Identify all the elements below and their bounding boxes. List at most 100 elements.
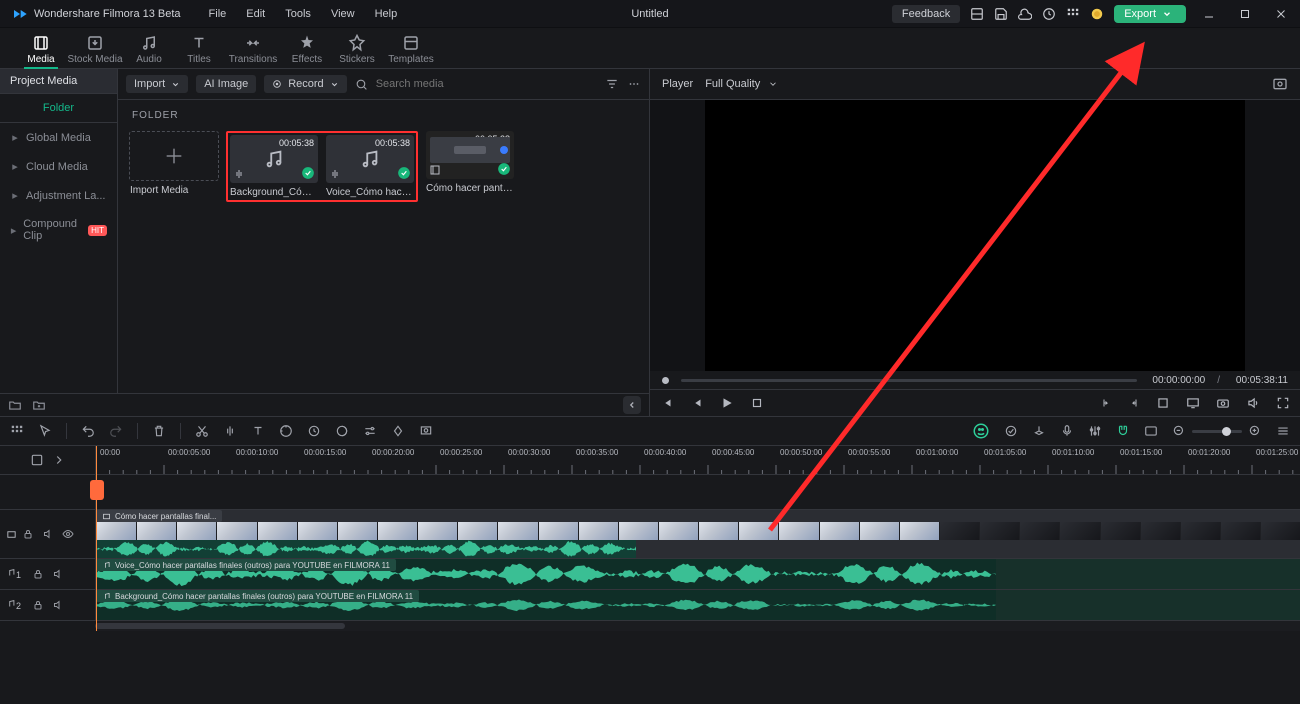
tab-effects[interactable]: Effects [282,30,332,68]
visibility-icon[interactable] [62,528,74,540]
prev-frame-button[interactable] [660,396,674,410]
feedback-button[interactable]: Feedback [892,5,960,23]
menu-edit[interactable]: Edit [236,4,275,24]
scroll-thumb[interactable] [95,623,345,629]
maximize-button[interactable] [1232,5,1258,23]
auto-ripple-icon[interactable] [52,453,66,467]
import-button[interactable]: Import [126,75,188,93]
menu-tools[interactable]: Tools [275,4,321,24]
zoom-out-icon[interactable] [1172,424,1186,438]
import-media-card[interactable]: Import Media [130,131,218,196]
tab-audio[interactable]: Audio [124,30,174,68]
magnet-icon[interactable] [1116,424,1130,438]
speed-icon[interactable] [307,424,321,438]
color-icon[interactable] [335,424,349,438]
marker-icon[interactable] [1032,424,1046,438]
sidebar-item-compound-clip[interactable]: ▸Compound ClipHIT [0,210,117,250]
redo-icon[interactable] [109,424,123,438]
timeline-settings-icon[interactable] [30,453,44,467]
more-icon[interactable] [627,77,641,91]
mark-out-button[interactable] [1128,397,1140,409]
delete-icon[interactable] [152,424,166,438]
video-clip[interactable]: Cómo hacer pantallas final... [96,510,1300,558]
close-button[interactable] [1268,5,1294,23]
preview-viewer[interactable] [705,100,1245,371]
collapse-sidebar-button[interactable] [623,396,641,414]
stop-button[interactable] [750,396,764,410]
voiceover-icon[interactable] [1060,424,1074,438]
tab-stock-media[interactable]: Stock Media [66,30,124,68]
new-bin-icon[interactable] [32,398,46,412]
undo-icon[interactable] [81,424,95,438]
audio-clip-1[interactable]: Voice_Cómo hacer pantallas finales (outr… [96,559,1300,589]
apps-icon[interactable] [1066,7,1080,21]
tab-media[interactable]: Media [16,30,66,68]
play-button[interactable] [720,396,734,410]
tracks-icon[interactable] [10,424,24,438]
snapshot-icon[interactable] [1272,76,1288,92]
search-input[interactable] [374,77,518,91]
ai-image-button[interactable]: AI Image [196,75,256,93]
cut-icon[interactable] [195,424,209,438]
audio2-lane[interactable]: Background_Cómo hacer pantallas finales … [96,590,1300,620]
speed-ramp-icon[interactable] [279,424,293,438]
audio1-lane[interactable]: Voice_Cómo hacer pantallas finales (outr… [96,559,1300,589]
sidebar-item-adjustment-layer[interactable]: ▸Adjustment La... [0,181,117,210]
scrub-knob[interactable] [662,377,669,384]
mute-icon[interactable] [42,528,54,540]
video-lane[interactable]: Cómo hacer pantallas final... [96,510,1300,558]
fullscreen-icon[interactable] [1276,396,1290,410]
lock-icon[interactable] [22,528,34,540]
sidebar-item-cloud-media[interactable]: ▸Cloud Media [0,152,117,181]
player-scrubber[interactable]: 00:00:00:00 / 00:05:38:11 [650,371,1300,389]
camera-icon[interactable] [1216,396,1230,410]
audio-detach-icon[interactable] [223,424,237,438]
media-item-background-audio[interactable]: 00:05:38 Background_Cómo ha... [230,135,318,198]
coin-icon[interactable] [1090,7,1104,21]
timeline-scrollbar[interactable] [0,621,1300,631]
cursor-icon[interactable] [38,424,52,438]
tab-titles[interactable]: Titles [174,30,224,68]
link-icon[interactable] [1144,424,1158,438]
lock-icon[interactable] [32,599,44,611]
media-item-video[interactable]: 00:05:38 Cómo hacer pantallas ... [426,131,514,194]
menu-file[interactable]: File [199,4,237,24]
search-field[interactable] [355,77,597,91]
sidebar-folder[interactable]: Folder [0,94,117,123]
menu-view[interactable]: View [321,4,365,24]
audio-clip-2[interactable]: Background_Cómo hacer pantallas finales … [96,590,1300,620]
keyframe-icon[interactable] [391,424,405,438]
lock-icon[interactable] [32,568,44,580]
tab-stickers[interactable]: Stickers [332,30,382,68]
quality-dropdown[interactable]: Full Quality [705,78,778,90]
sidebar-item-global-media[interactable]: ▸Global Media [0,123,117,152]
crop-icon[interactable] [1156,396,1170,410]
tab-templates[interactable]: Templates [382,30,440,68]
display-icon[interactable] [1186,396,1200,410]
track-options-icon[interactable] [1276,424,1290,438]
new-folder-icon[interactable] [8,398,22,412]
volume-icon[interactable] [1246,396,1260,410]
mute-icon[interactable] [52,599,64,611]
layout-icon[interactable] [970,7,984,21]
render-icon[interactable] [1004,424,1018,438]
scrub-track[interactable] [681,379,1137,382]
text-icon[interactable] [251,424,265,438]
history-icon[interactable] [1042,7,1056,21]
filter-icon[interactable] [605,77,619,91]
zoom-in-icon[interactable] [1248,424,1262,438]
playhead[interactable] [96,446,97,631]
record-button[interactable]: Record [264,75,346,93]
media-item-voice-audio[interactable]: 00:05:38 Voice_Cómo hacer pa... [326,135,414,198]
time-ruler[interactable]: 00:0000:00:05:0000:00:10:0000:00:15:0000… [96,446,1300,474]
mark-in-button[interactable] [1100,397,1112,409]
zoom-slider[interactable] [1172,424,1262,438]
menu-help[interactable]: Help [365,4,408,24]
cloud-icon[interactable] [1018,7,1032,21]
save-icon[interactable] [994,7,1008,21]
adjust-icon[interactable] [363,424,377,438]
tab-transitions[interactable]: Transitions [224,30,282,68]
mute-icon[interactable] [52,568,64,580]
auto-beat-icon[interactable] [972,422,990,440]
green-screen-icon[interactable] [419,424,433,438]
